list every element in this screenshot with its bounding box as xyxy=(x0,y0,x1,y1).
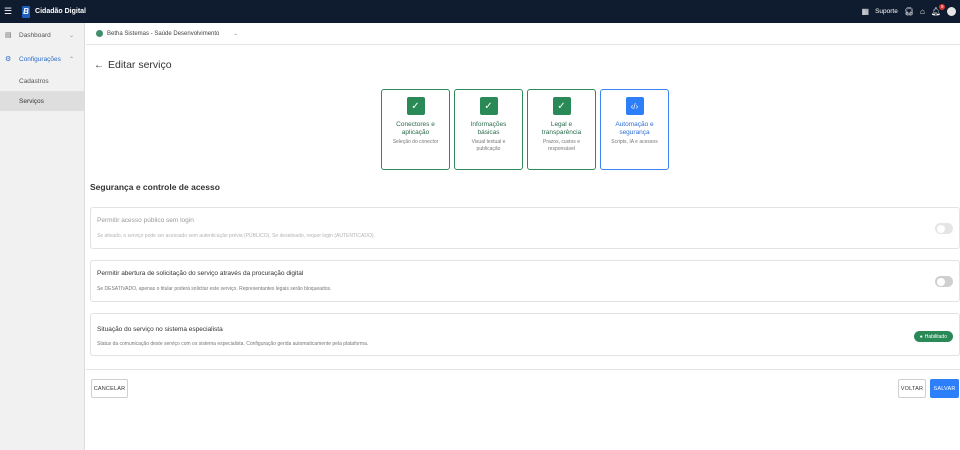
monitor-icon: ▤ xyxy=(5,32,12,39)
check-icon: ✓ xyxy=(552,97,571,115)
setting-description: Se DESATIVADO, apenas o titular poderá s… xyxy=(97,286,332,292)
topbar-actions: ▦ Suporte 🎧︎ ⌂ 🔔︎ 9 xyxy=(862,0,960,23)
sidebar-item-label: Dashboard xyxy=(19,31,51,39)
chevron-down-icon: ⌄ xyxy=(68,32,74,39)
toggle-knob xyxy=(936,277,945,286)
menu-icon[interactable]: ☰ xyxy=(0,0,16,23)
chevron-down-icon[interactable]: ⌄ xyxy=(233,31,238,37)
step-conectores[interactable]: ✓ Conectores e aplicação Seleção do cone… xyxy=(381,89,450,170)
headset-icon[interactable]: 🎧︎ xyxy=(904,7,914,16)
setting-title: Situação do serviço no sistema especiali… xyxy=(97,326,223,333)
divider xyxy=(86,369,960,370)
step-subtitle: Seleção do conector xyxy=(392,139,439,145)
brand-name: Cidadão Digital xyxy=(35,8,86,15)
step-title: Automação e segurança xyxy=(615,121,654,136)
setting-digital-proxy: Permitir abertura de solicitação do serv… xyxy=(90,260,960,302)
digital-proxy-toggle[interactable] xyxy=(935,276,953,287)
bell-icon[interactable]: 🔔︎ 9 xyxy=(931,3,945,16)
support-label[interactable]: Suporte xyxy=(875,8,898,15)
sidebar-subitem-servicos[interactable]: Serviços xyxy=(0,91,84,111)
main-content: ← Editar serviço ✓ Conectores e aplicaçã… xyxy=(86,45,960,450)
organization-selector[interactable]: Betha Sistemas - Saúde Desenvolvimento xyxy=(107,31,219,37)
step-title: Conectores e aplicação xyxy=(396,121,435,136)
sidebar-subitem-cadastros[interactable]: Cadastros xyxy=(0,71,84,91)
step-automacao[interactable]: ‹/› Automação e segurança Scripts, IA e … xyxy=(600,89,669,170)
dot-icon: ● xyxy=(919,333,923,340)
sidebar-item-dashboard[interactable]: ▤ Dashboard ⌄ xyxy=(0,23,84,47)
status-badge: ● Habilitado xyxy=(913,331,953,342)
organization-logo-icon xyxy=(96,30,103,37)
avatar[interactable] xyxy=(947,7,956,16)
apps-grid-icon[interactable]: ▦ xyxy=(862,7,870,16)
sidebar-item-label: Configurações xyxy=(19,55,61,63)
save-button[interactable]: SALVAR xyxy=(930,379,959,398)
step-title: Informações básicas xyxy=(470,121,507,136)
toggle-knob xyxy=(936,224,945,233)
back-arrow-icon[interactable]: ← xyxy=(94,60,104,71)
cancel-button[interactable]: CANCELAR xyxy=(91,379,128,398)
page-title: ← Editar serviço xyxy=(94,59,172,71)
step-informacoes[interactable]: ✓ Informações básicas Visual textual e p… xyxy=(454,89,523,170)
chevron-up-icon: ⌃ xyxy=(68,56,74,63)
settings-nodes-icon: ⚙ xyxy=(5,56,12,63)
sidebar-item-configuracoes[interactable]: ⚙ Configurações ⌃ xyxy=(0,47,84,71)
page-title-text: Editar serviço xyxy=(108,59,172,71)
public-access-toggle[interactable] xyxy=(935,223,953,234)
store-icon[interactable]: ⌂ xyxy=(920,7,925,16)
step-subtitle: Prazos, custos e responsável xyxy=(543,139,580,152)
check-icon: ✓ xyxy=(406,97,425,115)
organization-bar: Betha Sistemas - Saúde Desenvolvimento ⌄ xyxy=(86,23,960,45)
setting-public-access: Permitir acesso público sem login Se ati… xyxy=(90,207,960,249)
setting-service-status: Situação do serviço no sistema especiali… xyxy=(90,313,960,356)
setting-title: Permitir abertura de solicitação do serv… xyxy=(97,270,304,277)
setting-title: Permitir acesso público sem login xyxy=(97,217,194,224)
status-label: Habilitado xyxy=(924,333,947,340)
notification-badge: 9 xyxy=(939,3,945,10)
sidebar: ▤ Dashboard ⌄ ⚙ Configurações ⌃ Cadastro… xyxy=(0,23,85,450)
back-button[interactable]: VOLTAR xyxy=(898,379,926,398)
brand-logo: B xyxy=(22,5,31,18)
check-icon: ✓ xyxy=(479,97,498,115)
setting-description: Status da comunicação deste serviço com … xyxy=(97,341,369,347)
setting-description: Se ativado, o serviço pode ser acessado … xyxy=(97,233,375,239)
step-title: Legal e transparência xyxy=(541,121,582,136)
section-title: Segurança e controle de acesso xyxy=(90,182,220,192)
step-subtitle: Scripts, IA e acessos xyxy=(611,139,658,145)
brand[interactable]: B Cidadão Digital xyxy=(16,0,86,23)
code-icon: ‹/› xyxy=(625,97,644,115)
step-subtitle: Visual textual e publicação xyxy=(471,139,506,152)
top-bar: ☰ B Cidadão Digital ▦ Suporte 🎧︎ ⌂ 🔔︎ 9 xyxy=(0,0,960,23)
step-legal[interactable]: ✓ Legal e transparência Prazos, custos e… xyxy=(527,89,596,170)
